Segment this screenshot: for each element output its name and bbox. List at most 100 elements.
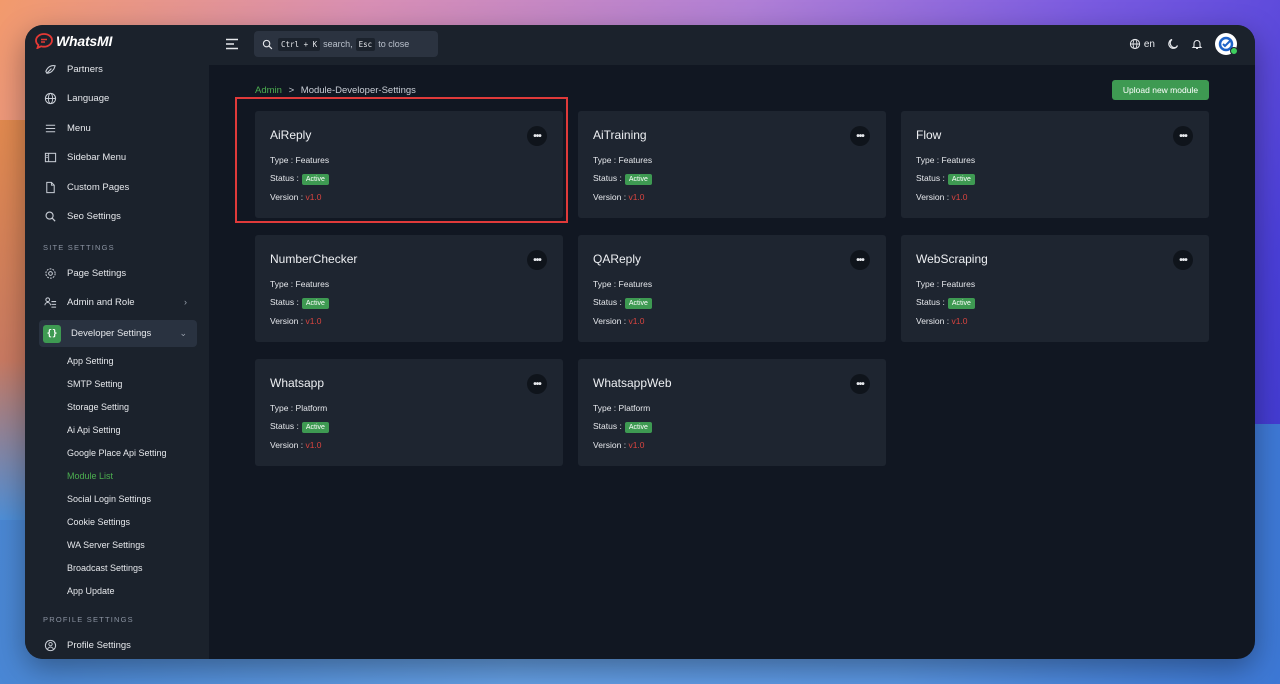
module-type: Features <box>618 279 653 289</box>
more-options-icon[interactable]: ••• <box>527 250 547 270</box>
more-options-icon[interactable]: ••• <box>527 374 547 394</box>
upload-new-module-button[interactable]: Upload new module <box>1112 80 1209 100</box>
status-label: Status : <box>916 297 945 307</box>
module-version-row: Version : v1.0 <box>916 192 968 202</box>
document-icon <box>43 180 57 194</box>
submenu-item-app-setting[interactable]: App Setting <box>67 356 114 366</box>
globe-icon <box>1129 38 1140 50</box>
module-title: AiTraining <box>593 128 647 142</box>
search-input[interactable]: Ctrl + K search, Esc to close <box>254 31 438 57</box>
status-badge: Active <box>947 298 975 309</box>
status-label: Status : <box>270 421 299 431</box>
shortcut-key: Esc <box>355 37 376 51</box>
language-switcher[interactable]: en <box>1129 38 1155 50</box>
module-status-row: Status : Active <box>270 421 329 433</box>
version-label: Version : <box>593 192 627 202</box>
module-title: WhatsappWeb <box>593 376 672 390</box>
avatar[interactable] <box>1215 33 1238 55</box>
module-type: Features <box>295 279 330 289</box>
sidebar-item-label: Custom Pages <box>67 181 130 193</box>
module-type: Features <box>941 155 976 165</box>
module-version: v1.0 <box>628 440 645 450</box>
more-options-icon[interactable]: ••• <box>850 374 870 394</box>
module-type-row: Type : Features <box>593 279 652 289</box>
shortcut-key: Ctrl + K <box>278 37 321 51</box>
status-badge: Active <box>624 422 652 433</box>
breadcrumb-admin-link[interactable]: Admin <box>255 85 282 96</box>
more-options-icon[interactable]: ••• <box>850 126 870 146</box>
bell-icon[interactable] <box>1191 38 1203 50</box>
module-version: v1.0 <box>305 316 322 326</box>
module-version-row: Version : v1.0 <box>270 440 322 450</box>
type-label: Type : <box>916 279 940 289</box>
menu-icon <box>43 121 57 135</box>
sidebar-item-menu[interactable]: Menu <box>39 115 197 141</box>
status-badge: Active <box>947 174 975 185</box>
search-hint-text: search, <box>323 39 353 49</box>
type-label: Type : <box>270 279 294 289</box>
status-label: Status : <box>270 297 299 307</box>
sidebar-item-label: Language <box>67 92 110 104</box>
module-title: Whatsapp <box>270 376 325 390</box>
submenu-item-module-list[interactable]: Module List <box>67 471 113 481</box>
topbar: Ctrl + K search, Esc to close en <box>209 25 1255 65</box>
sidebar-icon <box>43 150 57 164</box>
module-version-row: Version : v1.0 <box>270 316 322 326</box>
module-type: Platform <box>618 403 651 413</box>
sidebar-item-label: Developer Settings <box>71 328 152 339</box>
module-title: Flow <box>916 128 942 142</box>
status-badge: Active <box>624 174 652 185</box>
submenu-item-app-update[interactable]: App Update <box>67 586 115 596</box>
submenu-item-ai-api-setting[interactable]: Ai Api Setting <box>67 425 121 435</box>
version-label: Version : <box>270 316 304 326</box>
type-label: Type : <box>593 279 617 289</box>
sidebar-item-page-settings[interactable]: Page Settings <box>39 260 197 286</box>
hamburger-icon[interactable] <box>225 38 239 50</box>
status-label: Status : <box>593 173 622 183</box>
sidebar-item-sidebar-menu[interactable]: Sidebar Menu <box>39 144 197 170</box>
version-label: Version : <box>916 316 950 326</box>
sidebar-item-developer-settings[interactable]: {} Developer Settings ⌄ <box>39 320 197 347</box>
more-options-icon[interactable]: ••• <box>850 250 870 270</box>
module-card-whatsappweb: WhatsappWeb ••• Type : Platform Status :… <box>578 359 886 466</box>
submenu-item-cookie-settings[interactable]: Cookie Settings <box>67 517 130 527</box>
search-icon <box>43 209 57 223</box>
search-icon <box>262 39 273 49</box>
module-version: v1.0 <box>628 316 645 326</box>
submenu-item-wa-server-settings[interactable]: WA Server Settings <box>67 540 145 550</box>
more-options-icon[interactable]: ••• <box>1173 250 1193 270</box>
sidebar-item-seo-settings[interactable]: Seo Settings <box>39 203 197 229</box>
submenu-item-broadcast-settings[interactable]: Broadcast Settings <box>67 563 143 573</box>
app-logo[interactable]: WhatsMI <box>35 33 112 49</box>
status-badge: Active <box>301 422 329 433</box>
module-type-row: Type : Platform <box>593 403 650 413</box>
more-options-icon[interactable]: ••• <box>1173 126 1193 146</box>
breadcrumb: Admin > Module-Developer-Settings <box>255 85 416 96</box>
module-version-row: Version : v1.0 <box>593 192 645 202</box>
user-circle-icon <box>43 638 57 652</box>
sidebar-item-language[interactable]: Language <box>39 85 197 111</box>
submenu-item-storage-setting[interactable]: Storage Setting <box>67 402 129 412</box>
submenu-item-social-login-settings[interactable]: Social Login Settings <box>67 494 151 504</box>
type-label: Type : <box>270 403 294 413</box>
version-label: Version : <box>593 316 627 326</box>
module-version-row: Version : v1.0 <box>593 316 645 326</box>
module-type-row: Type : Features <box>916 279 975 289</box>
status-label: Status : <box>916 173 945 183</box>
section-label-profile-settings: PROFILE SETTINGS <box>43 615 134 624</box>
sidebar-item-admin-and-role[interactable]: Admin and Role › <box>39 289 197 315</box>
submenu-item-google-place-api-setting[interactable]: Google Place Api Setting <box>67 448 167 458</box>
sidebar-item-partners[interactable]: Partners <box>39 56 197 82</box>
module-title: WebScraping <box>916 252 988 266</box>
sidebar-item-custom-pages[interactable]: Custom Pages <box>39 174 197 200</box>
highlight-box <box>235 97 568 223</box>
breadcrumb-current: Module-Developer-Settings <box>300 85 416 96</box>
module-card-qareply: QAReply ••• Type : Features Status : Acti… <box>578 235 886 342</box>
submenu-item-smtp-setting[interactable]: SMTP Setting <box>67 379 122 389</box>
app-name: WhatsMI <box>56 33 113 49</box>
module-type-row: Type : Features <box>270 279 329 289</box>
module-version: v1.0 <box>305 440 322 450</box>
sidebar-item-profile-settings[interactable]: Profile Settings <box>39 632 197 658</box>
moon-icon[interactable] <box>1167 38 1179 50</box>
version-label: Version : <box>916 192 950 202</box>
